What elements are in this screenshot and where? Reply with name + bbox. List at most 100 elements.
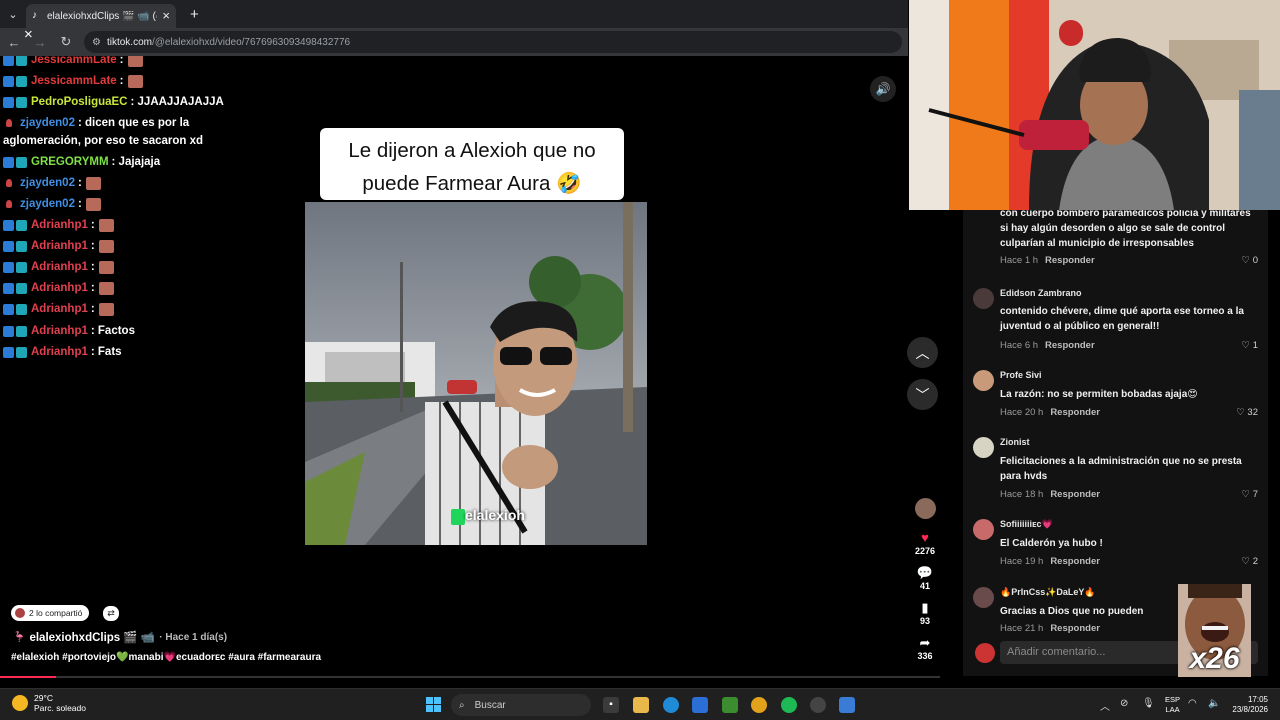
reload-button[interactable]: ↻ bbox=[54, 30, 78, 54]
like-button[interactable]: ♥ 2276 bbox=[905, 530, 945, 556]
comment-text: Felicitaciones a la administración que n… bbox=[1000, 456, 1242, 482]
comment-author[interactable]: Zionist bbox=[1000, 437, 1030, 447]
chat-username[interactable]: Adrianhp1 bbox=[31, 240, 88, 252]
chat-close-icon[interactable]: × bbox=[24, 26, 33, 43]
creator-avatar[interactable] bbox=[905, 498, 945, 519]
chat-emote bbox=[98, 218, 114, 232]
site-info-icon[interactable]: ⚙ bbox=[92, 37, 101, 48]
save-count: 93 bbox=[919, 616, 930, 626]
comment-like-button[interactable]: ♡ 2 bbox=[1242, 556, 1258, 567]
volume-icon[interactable]: 🔊 bbox=[870, 76, 896, 102]
comment-author[interactable]: Sofiiiiiiiᴇᴄ💗 bbox=[1000, 519, 1053, 530]
comment-author[interactable]: Profe Sivi bbox=[1000, 370, 1042, 380]
next-video-button[interactable]: ﹀ bbox=[907, 379, 938, 410]
chat-message: JessicammLate: bbox=[3, 71, 143, 91]
avatar bbox=[15, 608, 25, 618]
task-view-icon[interactable]: ▪ bbox=[603, 697, 619, 713]
chat-username[interactable]: JessicammLate bbox=[31, 75, 117, 87]
chat-badge-icon bbox=[3, 75, 14, 87]
obs-icon[interactable] bbox=[810, 697, 826, 713]
chat-username[interactable]: PedroPosliguaEC bbox=[31, 96, 128, 108]
reply-button[interactable]: Responder bbox=[1050, 623, 1100, 634]
shared-by-pill[interactable]: 2 lo compartió bbox=[11, 605, 90, 621]
chat-badge-icon bbox=[16, 240, 27, 252]
share-button[interactable]: ➦ 336 bbox=[905, 635, 945, 661]
url-input[interactable]: ⚙ tiktok.com/@elalexiohxd/video/76769630… bbox=[84, 31, 902, 53]
reply-button[interactable]: Responder bbox=[1050, 556, 1100, 567]
network-icon[interactable]: ⊘ bbox=[1120, 698, 1128, 709]
chat-text: : bbox=[77, 198, 82, 210]
tray-chevron-icon[interactable]: ︿ bbox=[1100, 698, 1110, 713]
chat-username[interactable]: Adrianhp1 bbox=[31, 303, 88, 315]
comment-like-button[interactable]: ♡ 0 bbox=[1242, 255, 1258, 266]
comment-like-button[interactable]: ♡ 7 bbox=[1242, 489, 1258, 500]
spotify-icon[interactable] bbox=[781, 697, 797, 713]
minecraft-icon[interactable] bbox=[722, 697, 738, 713]
chat-badge-icon bbox=[3, 156, 14, 168]
chat-badge-icon bbox=[3, 219, 14, 231]
chat-username[interactable]: Adrianhp1 bbox=[31, 346, 88, 358]
comment-like-count: 7 bbox=[1252, 489, 1258, 500]
comment-like-button[interactable]: ♡ 32 bbox=[1236, 407, 1258, 418]
browser-tab[interactable]: ♪ elalexiohxdClips 🎬 📹 (@el × bbox=[26, 4, 176, 28]
notepad-icon[interactable] bbox=[839, 697, 855, 713]
comment-author[interactable]: 🔥PrInCss✨DaLeY🔥 bbox=[1000, 587, 1096, 598]
stream-chat: JessicammLate: JessicammLate: PedroPosligu… bbox=[0, 56, 300, 366]
avatar[interactable] bbox=[973, 437, 994, 458]
comment-author[interactable]: Edidson Zambrano bbox=[1000, 288, 1082, 298]
taskbar-search[interactable]: ⌕ Buscar bbox=[451, 694, 591, 716]
avatar[interactable] bbox=[973, 370, 994, 391]
author-name[interactable]: elalexiohxdClips 🎬 📹 bbox=[29, 630, 155, 644]
video-progress-bar[interactable] bbox=[0, 676, 940, 678]
repost-icon[interactable]: ⇄ bbox=[103, 606, 119, 621]
comment-count: 41 bbox=[919, 581, 930, 591]
chat-username[interactable]: GREGORYMM bbox=[31, 156, 109, 168]
reply-button[interactable]: Responder bbox=[1050, 489, 1100, 500]
new-tab-button[interactable]: + bbox=[190, 6, 199, 23]
reply-button[interactable]: Responder bbox=[1045, 255, 1095, 266]
chat-username[interactable]: zjayden02 bbox=[20, 177, 75, 189]
weather-widget[interactable]: 29°C Parc. soleado bbox=[12, 693, 86, 713]
comment-like-button[interactable]: ♡ 1 bbox=[1242, 340, 1258, 351]
chat-username[interactable]: Adrianhp1 bbox=[31, 219, 88, 231]
weather-condition: Parc. soleado bbox=[34, 703, 86, 713]
reply-button[interactable]: Responder bbox=[1045, 340, 1095, 351]
file-explorer-icon[interactable] bbox=[633, 697, 649, 713]
comment-meta: Hace 19 h Responder bbox=[1000, 556, 1100, 567]
chat-username[interactable]: zjayden02 bbox=[20, 117, 75, 129]
chat-username[interactable]: Adrianhp1 bbox=[31, 261, 88, 273]
reply-button[interactable]: Responder bbox=[1050, 407, 1100, 418]
post-hashtags[interactable]: #elalexioh #portoviejo💚manabi💗ecuadorᴇᴄ … bbox=[11, 652, 321, 663]
chrome-icon[interactable] bbox=[751, 697, 767, 713]
comment-like-count: 2 bbox=[1252, 556, 1258, 567]
save-button[interactable]: ▮ 93 bbox=[905, 600, 945, 626]
microphone-icon[interactable]: 🎙 bbox=[1142, 698, 1155, 709]
video-player[interactable]: elalexioh bbox=[305, 202, 647, 545]
chat-username[interactable]: Adrianhp1 bbox=[31, 325, 88, 337]
video-watermark: elalexioh bbox=[465, 507, 525, 523]
chat-text: : bbox=[90, 261, 95, 273]
avatar[interactable] bbox=[973, 288, 994, 309]
avatar[interactable] bbox=[973, 587, 994, 608]
edge-icon[interactable] bbox=[663, 697, 679, 713]
clock[interactable]: 17:05 23/8/2026 bbox=[1228, 695, 1268, 715]
comment-button[interactable]: 💬 41 bbox=[905, 565, 945, 591]
store-icon[interactable] bbox=[692, 697, 708, 713]
volume-tray-icon[interactable]: 🔈 bbox=[1208, 698, 1220, 709]
wifi-icon[interactable]: ◠ bbox=[1188, 698, 1197, 709]
chat-text: : Fats bbox=[90, 346, 122, 358]
tab-close-icon[interactable]: × bbox=[162, 9, 170, 22]
chat-username[interactable]: zjayden02 bbox=[20, 198, 75, 210]
chat-message: GREGORYMM: Jajajaja bbox=[3, 152, 160, 172]
previous-video-button[interactable]: ︿ bbox=[907, 337, 938, 368]
chat-badge-icon bbox=[3, 56, 14, 66]
tab-search-icon[interactable]: ⌄ bbox=[0, 0, 26, 28]
chat-username[interactable]: Adrianhp1 bbox=[31, 282, 88, 294]
chat-text: : Factos bbox=[90, 325, 135, 337]
start-button[interactable] bbox=[426, 697, 441, 712]
language-indicator[interactable]: ESP LAA bbox=[1165, 695, 1180, 715]
chat-username[interactable]: JessicammLate bbox=[31, 56, 117, 66]
back-button[interactable]: ← bbox=[2, 30, 26, 54]
avatar[interactable] bbox=[973, 519, 994, 540]
heart-icon: ♡ bbox=[1241, 556, 1253, 567]
